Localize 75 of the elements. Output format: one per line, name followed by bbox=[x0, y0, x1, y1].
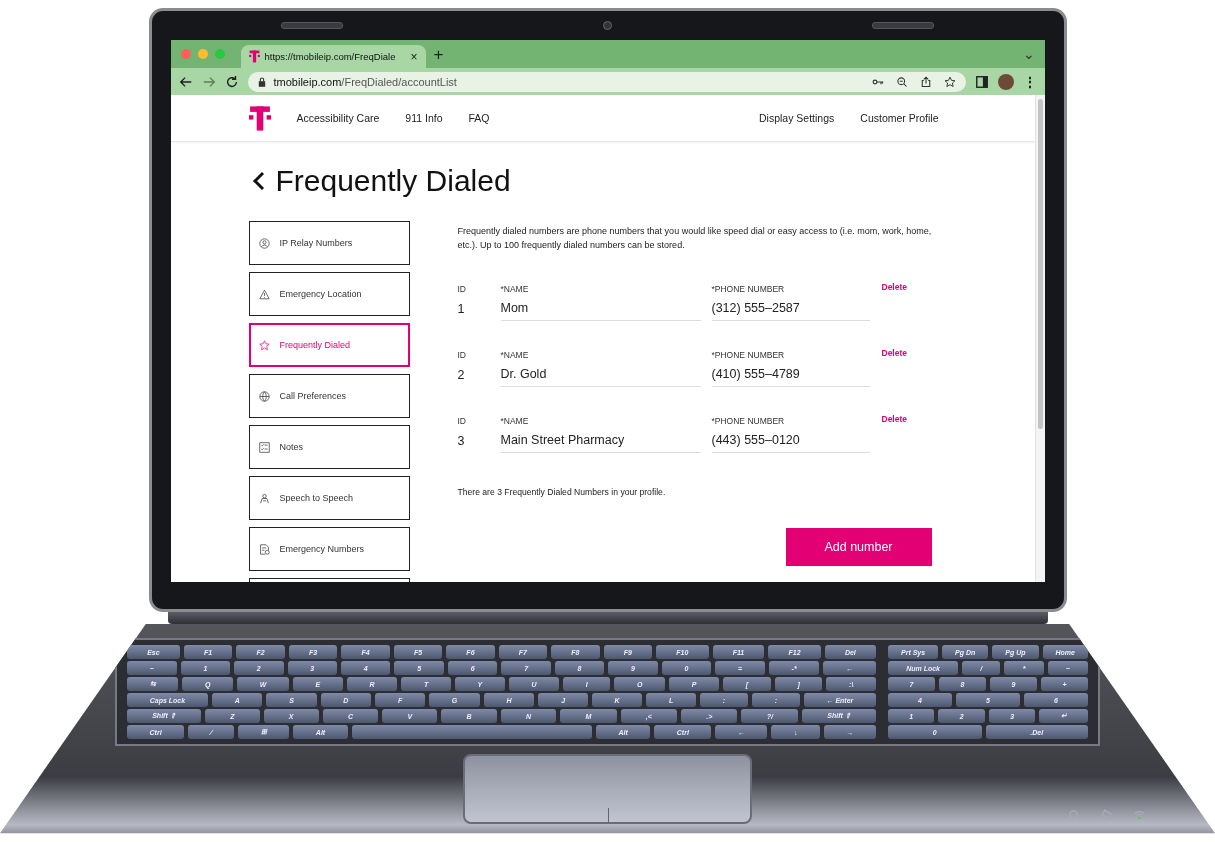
row-id: 3 bbox=[457, 434, 466, 448]
lock-icon bbox=[257, 76, 266, 87]
close-tab-button[interactable]: × bbox=[410, 49, 418, 64]
back-chevron-icon[interactable] bbox=[251, 171, 266, 191]
field-label: ID bbox=[457, 284, 467, 296]
row-id: 2 bbox=[457, 368, 466, 382]
url-domain: tmobileip.com bbox=[273, 75, 342, 88]
sidebar-item[interactable]: Emergency Location bbox=[248, 272, 410, 316]
tab-title: https://tmobileip.com/FreqDiale bbox=[264, 51, 397, 62]
nav-link[interactable]: Accessibility Care bbox=[296, 112, 380, 124]
touchpad[interactable] bbox=[463, 754, 752, 824]
delete-link[interactable]: Delete bbox=[881, 282, 907, 292]
browser-menu-button[interactable]: ⋮ bbox=[1022, 73, 1037, 90]
delete-link[interactable]: Delete bbox=[881, 414, 907, 424]
star-icon[interactable] bbox=[943, 75, 956, 88]
t-logo-icon[interactable] bbox=[248, 104, 271, 132]
page-title: Frequently Dialed bbox=[275, 164, 511, 198]
back-arrow-icon[interactable] bbox=[178, 74, 193, 89]
field-label: *NAME bbox=[500, 284, 530, 296]
browser-tab[interactable]: https://tmobileip.com/FreqDiale × bbox=[240, 45, 426, 68]
nav-link[interactable]: 911 Info bbox=[405, 112, 443, 124]
minimize-window-dot[interactable] bbox=[197, 49, 208, 59]
sidebar-item[interactable]: IP Relay Numbers bbox=[248, 221, 410, 265]
power-icon bbox=[1068, 809, 1079, 820]
sidebar-item[interactable]: Speech to Speech bbox=[248, 476, 410, 520]
phone-number-field[interactable]: (443) 555–0120 bbox=[711, 430, 870, 453]
phone-number-field[interactable]: (410) 555–4789 bbox=[711, 364, 870, 387]
speaker-slit bbox=[871, 22, 934, 29]
people-icon bbox=[258, 492, 270, 504]
field-label: *PHONE NUMBER bbox=[711, 416, 786, 428]
nav-link[interactable]: FAQ bbox=[468, 112, 490, 124]
person-icon bbox=[258, 237, 270, 249]
t-logo-icon bbox=[248, 50, 260, 63]
reload-icon[interactable] bbox=[224, 74, 239, 89]
summary-text: There are 3 Frequently Dialed Numbers in your profile. bbox=[457, 487, 667, 497]
sidebar-item[interactable]: Call Preferences bbox=[248, 374, 410, 418]
battery-icon bbox=[1101, 809, 1112, 820]
close-window-dot[interactable] bbox=[180, 49, 191, 59]
sidebar-item[interactable]: Frequently Dialed bbox=[248, 323, 410, 367]
new-tab-button[interactable]: + bbox=[433, 45, 444, 63]
nav-link[interactable]: Customer Profile bbox=[860, 112, 939, 124]
url-path: /FreqDialed/accountList bbox=[341, 75, 457, 88]
delete-link[interactable]: Delete bbox=[881, 348, 907, 358]
name-field[interactable]: Mom bbox=[500, 298, 701, 321]
warning-icon bbox=[258, 288, 270, 300]
field-label: ID bbox=[457, 416, 467, 428]
field-label: *NAME bbox=[500, 350, 530, 362]
sidebar-item[interactable]: Notes bbox=[248, 425, 410, 469]
wifi-icon bbox=[1134, 809, 1145, 820]
profile-avatar[interactable] bbox=[997, 73, 1014, 90]
nav-link[interactable]: Display Settings bbox=[759, 112, 835, 124]
checklist-icon bbox=[258, 441, 270, 453]
zoom-out-icon[interactable] bbox=[895, 75, 908, 88]
address-field[interactable]: tmobileip.com/FreqDialed/accountList bbox=[247, 71, 966, 92]
field-label: ID bbox=[457, 350, 467, 362]
star-icon bbox=[258, 339, 270, 351]
globe-icon bbox=[258, 390, 270, 402]
camera-dot bbox=[603, 21, 612, 30]
add-number-button[interactable]: Add number bbox=[785, 528, 932, 566]
document-icon bbox=[258, 543, 270, 555]
sidebar-item[interactable]: Emergency Numbers bbox=[248, 527, 410, 571]
speaker-slit bbox=[281, 22, 344, 29]
name-field[interactable]: Dr. Gold bbox=[500, 364, 701, 387]
row-id: 1 bbox=[457, 302, 466, 316]
phone-number-field[interactable]: (312) 555–2587 bbox=[711, 298, 870, 321]
field-label: *PHONE NUMBER bbox=[711, 284, 786, 296]
tab-list-button[interactable]: ⌄ bbox=[1022, 46, 1035, 62]
maximize-window-dot[interactable] bbox=[214, 49, 225, 59]
description-text: Frequently dialed numbers are phone numbers that you would like speed dial or easy access to (i.e. mom, work, home, etc.). Up to 100 frequently dialed numbers can be stored. bbox=[457, 225, 933, 252]
forward-arrow-icon[interactable] bbox=[201, 74, 216, 89]
field-label: *NAME bbox=[500, 416, 530, 428]
share-icon[interactable] bbox=[919, 75, 932, 88]
field-label: *PHONE NUMBER bbox=[711, 350, 786, 362]
side-panel-icon[interactable] bbox=[974, 74, 989, 89]
name-field[interactable]: Main Street Pharmacy bbox=[500, 430, 701, 453]
